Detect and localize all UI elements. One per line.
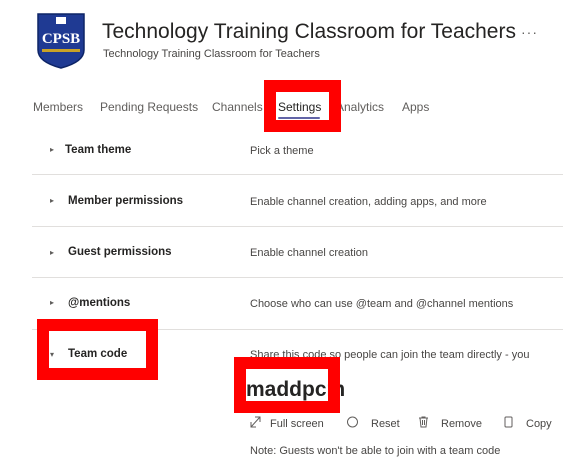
team-subtitle: Technology Training Classroom for Teache… <box>103 48 320 60</box>
tab-analytics[interactable]: Analytics <box>336 100 384 114</box>
annotation-box-team-code <box>37 319 158 380</box>
remove-button[interactable]: Remove <box>441 418 482 430</box>
setting-label: Member permissions <box>68 195 184 207</box>
setting-label: @mentions <box>68 297 131 309</box>
guest-note: Note: Guests won't be able to join with … <box>250 445 501 457</box>
chevron-right-icon: ▸ <box>50 145 55 154</box>
trash-icon[interactable] <box>418 416 429 428</box>
full-screen-button[interactable]: Full screen <box>270 418 324 430</box>
setting-row-member-permissions[interactable]: ▸ Member permissions Enable channel crea… <box>32 175 563 227</box>
annotation-box-settings <box>264 80 341 132</box>
team-logo: CPSB <box>34 10 88 70</box>
reset-icon[interactable] <box>346 416 359 428</box>
setting-description: Pick a theme <box>250 145 314 157</box>
setting-description: Choose who can use @team and @channel me… <box>250 298 514 310</box>
copy-icon[interactable] <box>503 416 514 428</box>
svg-text:CPSB: CPSB <box>42 31 80 47</box>
tab-members[interactable]: Members <box>33 100 83 114</box>
tab-apps[interactable]: Apps <box>402 100 429 114</box>
setting-label: Guest permissions <box>68 246 172 258</box>
chevron-right-icon: ▸ <box>50 298 55 307</box>
reset-button[interactable]: Reset <box>371 418 400 430</box>
more-options-icon[interactable]: ··· <box>521 24 538 40</box>
full-screen-icon[interactable] <box>250 416 261 428</box>
annotation-box-code-value <box>234 357 340 413</box>
setting-description: Enable channel creation, adding apps, an… <box>250 196 487 208</box>
tab-channels[interactable]: Channels <box>212 100 263 114</box>
setting-row-guest-permissions[interactable]: ▸ Guest permissions Enable channel creat… <box>32 227 563 278</box>
chevron-right-icon: ▸ <box>50 196 55 205</box>
team-title: Technology Training Classroom for Teache… <box>102 20 516 43</box>
chevron-right-icon: ▸ <box>50 248 55 257</box>
setting-label: Team theme <box>65 144 132 156</box>
setting-description: Enable channel creation <box>250 247 369 259</box>
tab-pending-requests[interactable]: Pending Requests <box>100 100 198 114</box>
copy-button[interactable]: Copy <box>526 418 552 430</box>
